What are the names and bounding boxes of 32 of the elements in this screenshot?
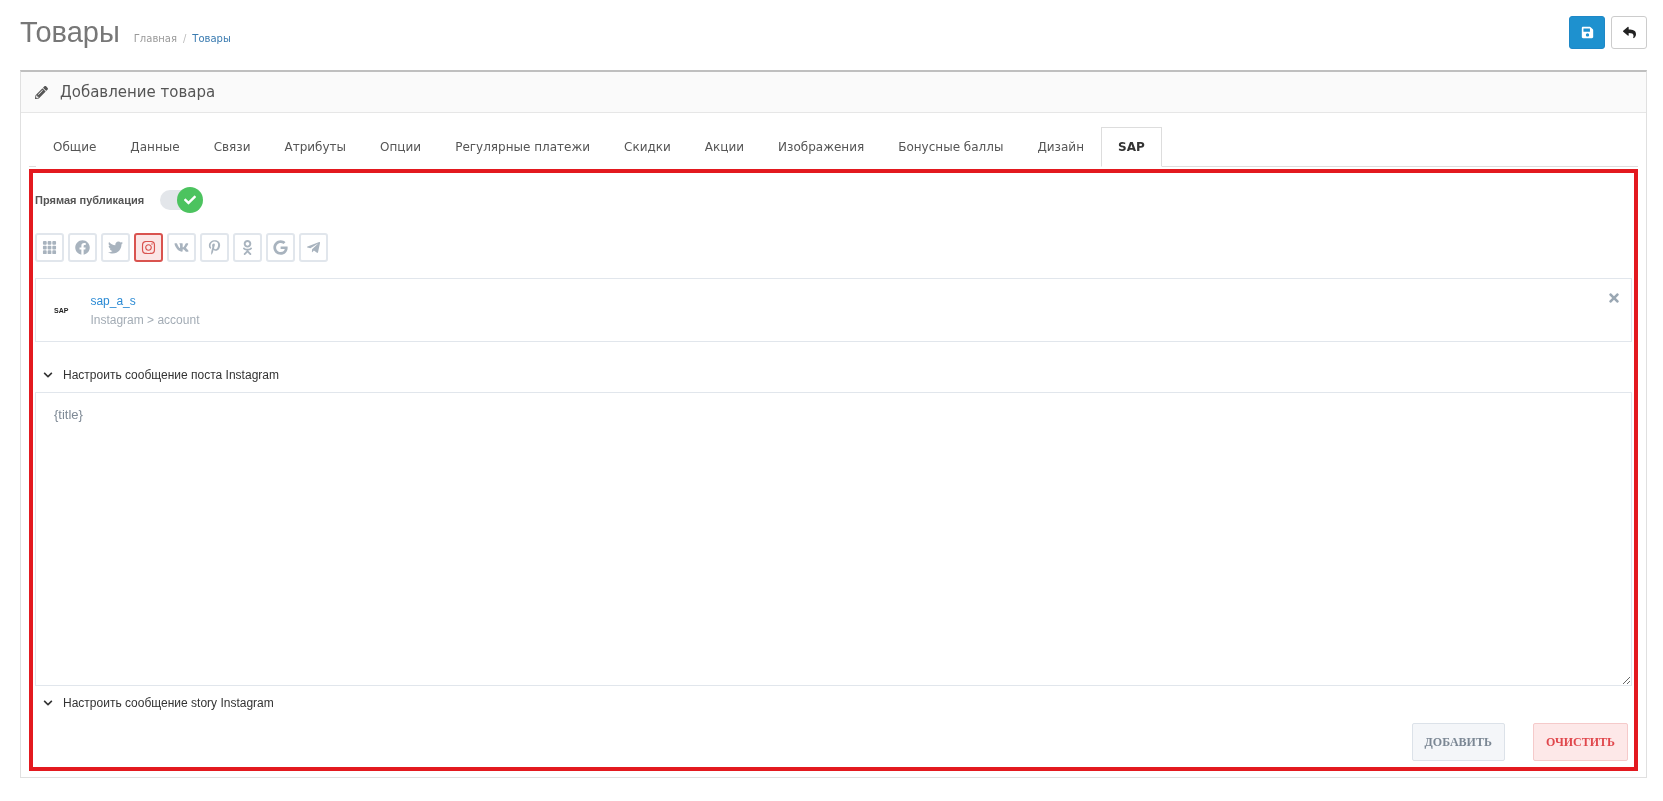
section-toggle[interactable]: Настроить сообщение story Instagram	[43, 692, 1632, 714]
toggle-label: Прямая публикация	[35, 194, 145, 206]
grid-icon	[42, 240, 57, 255]
pencil-icon	[35, 85, 48, 99]
network-button[interactable]	[134, 233, 163, 262]
facebook-icon	[75, 240, 90, 255]
account-name-link[interactable]: sap_a_s	[90, 293, 200, 308]
odnoklassniki-icon	[240, 240, 255, 255]
instagram-icon	[141, 240, 156, 255]
close-icon	[1607, 291, 1621, 305]
section-toggle[interactable]: Настроить сообщение поста Instagram	[43, 364, 1632, 386]
account-path: Instagram > account	[90, 312, 200, 327]
pinterest-icon	[207, 240, 222, 255]
reply-icon	[1622, 25, 1636, 39]
message-textarea[interactable]: {title}	[35, 392, 1632, 686]
page-title: Товары	[20, 15, 120, 49]
vk-icon	[174, 240, 189, 255]
tab[interactable]: SAP	[1101, 127, 1162, 167]
chevron-down-icon	[43, 370, 53, 380]
back-button[interactable]	[1611, 15, 1647, 49]
save-button[interactable]	[1569, 15, 1605, 49]
breadcrumb-link[interactable]: Товары	[192, 32, 231, 44]
save-icon	[1580, 25, 1594, 39]
google-icon	[273, 240, 288, 255]
toggle-switch[interactable]	[160, 190, 201, 210]
breadcrumb-separator: /	[182, 32, 187, 44]
twitter-icon	[108, 240, 123, 255]
panel-title: Добавление товара	[60, 83, 216, 101]
chevron-down-icon	[43, 698, 53, 708]
telegram-icon	[306, 240, 321, 255]
check-icon	[184, 194, 197, 206]
close-button[interactable]	[1607, 291, 1621, 305]
